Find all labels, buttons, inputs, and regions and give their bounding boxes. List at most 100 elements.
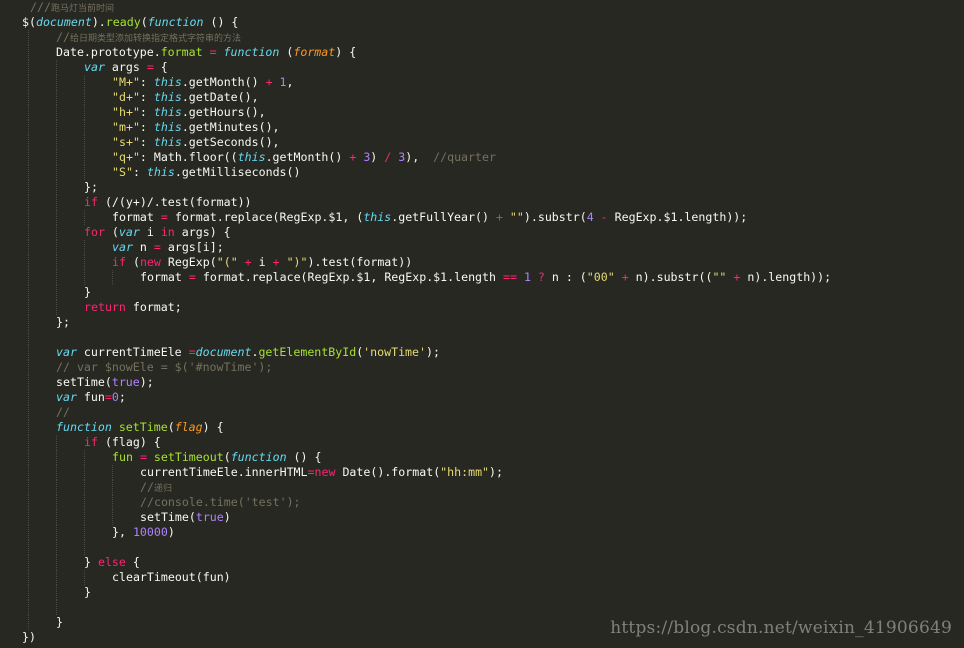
code-token: :: [139, 75, 154, 89]
code-token: "h+": [112, 105, 140, 119]
code-token: if: [112, 255, 126, 269]
indent-guide: [56, 135, 57, 150]
indent-guide: [28, 165, 29, 180]
indent-guide: [28, 435, 29, 450]
indent-guide: [56, 555, 57, 570]
code-token: .getMilliseconds(): [174, 165, 301, 179]
indent-guide: [56, 225, 57, 240]
indent-guide: [28, 150, 29, 165]
indent-guide: [28, 210, 29, 225]
indent-guide: [112, 495, 113, 510]
code-token: Date.prototype.: [56, 45, 161, 59]
code-token: ) {: [202, 420, 224, 434]
indent-guide: [56, 300, 57, 315]
code-token: ready: [105, 15, 141, 29]
code-token: 1: [279, 75, 287, 89]
code-token: format: [293, 45, 336, 59]
code-token: ;: [118, 390, 126, 404]
code-token: .getMonth(): [181, 75, 266, 89]
code-token: 0: [111, 390, 119, 404]
indent-guide: [56, 210, 57, 225]
code-token: (/(y+)/.test(format)): [97, 195, 252, 209]
indent-guide: [28, 615, 29, 630]
code-token: this: [363, 210, 392, 224]
indent-guide: [28, 285, 29, 300]
code-token: +: [272, 255, 280, 269]
indent-guide: [84, 150, 85, 165]
indent-guide: [84, 90, 85, 105]
code-token: =: [188, 270, 196, 284]
code-text: "M+": this.getMonth() + 1,: [112, 75, 294, 90]
indent-guide: [56, 480, 57, 495]
indent-guide: [28, 255, 29, 270]
indent-guide: [56, 240, 57, 255]
code-token: (: [167, 420, 175, 434]
code-token: n : (: [544, 270, 587, 284]
code-token: n).substr((: [628, 270, 713, 284]
code-text: var args = {: [84, 60, 168, 75]
code-token: "(": [216, 255, 238, 269]
indent-guide: [56, 525, 57, 540]
code-token: "M+": [112, 75, 140, 89]
indent-guide: [28, 510, 29, 525]
code-token: },: [112, 525, 133, 539]
code-token: function: [56, 420, 112, 434]
code-token: i: [251, 255, 273, 269]
code-token: this: [153, 90, 182, 104]
indent-guide: [84, 510, 85, 525]
code-token: ///: [30, 0, 51, 14]
indent-guide: [56, 465, 57, 480]
code-token: //: [56, 405, 70, 419]
indent-guide: [84, 240, 85, 255]
indent-guide: [56, 150, 57, 165]
code-token: };: [56, 315, 70, 329]
code-token: "": [712, 270, 727, 284]
code-text: return format;: [84, 300, 182, 315]
code-token: in: [160, 225, 175, 239]
code-text: if (/(y+)/.test(format)): [84, 195, 252, 210]
indent-guide: [56, 435, 57, 450]
code-token: ).: [91, 15, 106, 29]
code-token: +: [621, 270, 629, 284]
indent-guide: [28, 600, 29, 615]
indent-guide: [84, 495, 85, 510]
code-text: $(document).ready(function () {: [22, 15, 238, 30]
code-token: (: [125, 255, 140, 269]
code-token: :: [139, 120, 154, 134]
indent-guide: [84, 465, 85, 480]
indent-guide: [84, 165, 85, 180]
code-token: var: [56, 345, 77, 359]
indent-guide: [112, 465, 113, 480]
code-token: {: [125, 555, 140, 569]
code-text: for (var i in args) {: [84, 225, 231, 240]
indent-guide: [56, 165, 57, 180]
code-token: =: [139, 450, 147, 464]
indent-guide: [28, 105, 29, 120]
indent-guide: [28, 120, 29, 135]
code-text: if (flag) {: [84, 435, 161, 450]
indent-guide: [28, 60, 29, 75]
code-text: var fun=0;: [56, 390, 126, 405]
indent-guide: [84, 210, 85, 225]
code-token: (: [104, 225, 119, 239]
indent-guide: [28, 360, 29, 375]
code-token: =: [160, 210, 168, 224]
code-text: };: [84, 180, 98, 195]
code-token: =: [209, 45, 217, 59]
indent-guide: [28, 195, 29, 210]
code-token: //: [56, 30, 70, 44]
code-token: //: [140, 480, 154, 494]
indent-guide: [112, 480, 113, 495]
code-token: this: [153, 135, 182, 149]
code-token: document: [195, 345, 252, 359]
indent-guide: [28, 420, 29, 435]
code-editor[interactable]: ///跑马灯当前时间 $(document).ready(function () …: [0, 0, 964, 648]
code-token: n: [132, 240, 154, 254]
code-text: } else {: [84, 555, 140, 570]
indent-guide: [28, 30, 29, 45]
code-token: //quarter: [433, 150, 496, 164]
